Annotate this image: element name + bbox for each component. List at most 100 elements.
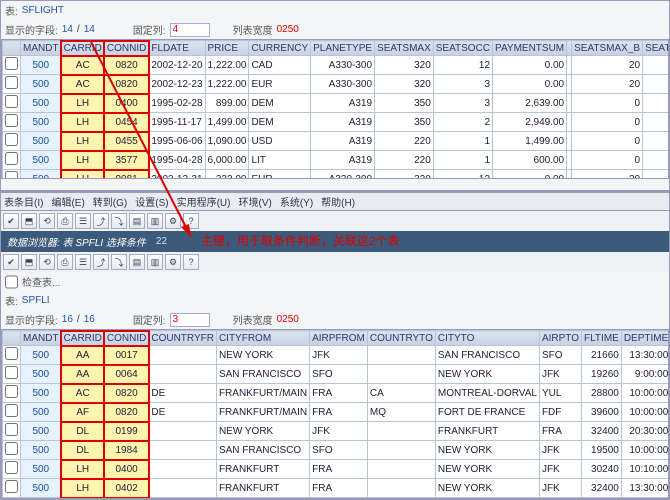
toolbar-icon[interactable]: ⤵ [111, 213, 127, 229]
cell: 0820 [104, 75, 148, 94]
toolbar-icon[interactable]: ☰ [75, 254, 91, 270]
cell: 220 [375, 132, 434, 151]
col-header[interactable]: FLDATE [149, 41, 205, 56]
row-checkbox[interactable] [5, 423, 18, 436]
toolbar-icon[interactable]: ⎙ [57, 254, 73, 270]
col-header[interactable]: CARRID [61, 331, 104, 346]
toolbar-icon[interactable]: ☰ [75, 213, 91, 229]
menu-item[interactable]: 转到(G) [93, 194, 127, 209]
table-row[interactable]: 500AA0017NEW YORKJFKSAN FRANCISCOSFO2166… [3, 346, 670, 365]
col-header[interactable]: CURRENCY [249, 41, 311, 56]
row-checkbox[interactable] [5, 347, 18, 360]
col-header[interactable] [3, 331, 21, 346]
toolbar-icon[interactable]: ⤴ [93, 254, 109, 270]
col-header[interactable]: CONNID [104, 331, 148, 346]
row-checkbox[interactable] [5, 152, 18, 165]
col-header[interactable]: AIRPTO [539, 331, 581, 346]
row-checkbox[interactable] [5, 76, 18, 89]
cell [643, 75, 669, 94]
row-checkbox[interactable] [5, 480, 18, 493]
table-row[interactable]: 500AF0820DEFRANKFURT/MAINFRAMQFORT DE FR… [3, 403, 670, 422]
menu-item[interactable]: 帮助(H) [321, 194, 355, 209]
col-header[interactable]: SEATSOCC [433, 41, 492, 56]
row-checkbox[interactable] [5, 114, 18, 127]
row-checkbox[interactable] [5, 133, 18, 146]
table-row[interactable]: 500LH0400FRANKFURTFRANEW YORKJFK3024010:… [3, 460, 670, 479]
sflight-grid[interactable]: MANDTCARRIDCONNIDFLDATEPRICECURRENCYPLAN… [1, 39, 669, 179]
toolbar-icon[interactable]: ⚙ [165, 213, 181, 229]
row-checkbox[interactable] [5, 366, 18, 379]
col-header[interactable]: DEPTIME [621, 331, 669, 346]
table-row[interactable]: 500LH99812002-12-21222.00EURA330-3003201… [3, 170, 670, 180]
toolbar-icon[interactable]: ? [183, 254, 199, 270]
toolbar-icon[interactable]: ⟲ [39, 254, 55, 270]
menu-item[interactable]: 环境(V) [238, 194, 271, 209]
toolbar-icon[interactable]: ⚙ [165, 254, 181, 270]
row-checkbox[interactable] [5, 442, 18, 455]
table-row[interactable]: 500LH0402FRANKFURTFRANEW YORKJFK3240013:… [3, 479, 670, 498]
col-header[interactable]: SEATSMAX [375, 41, 434, 56]
cell [3, 75, 21, 94]
sflight-table-name[interactable]: SFLIGHT [22, 5, 64, 16]
menu-item[interactable]: 编辑(E) [51, 194, 84, 209]
check-table-box[interactable] [5, 275, 18, 289]
col-header[interactable]: FLTIME [582, 331, 622, 346]
toolbar-icon[interactable]: ? [183, 213, 199, 229]
table-row[interactable]: 500AC08202002-12-201,222.00CADA330-30032… [3, 56, 670, 75]
table-row[interactable]: 500LH04541995-11-171,499.00DEMA31935022,… [3, 113, 670, 132]
menu-item[interactable]: 设置(S) [135, 194, 168, 209]
toolbar-icon[interactable]: ⤴ [93, 213, 109, 229]
toolbar-icon[interactable]: ⎙ [57, 213, 73, 229]
spfli-grid[interactable]: MANDTCARRIDCONNIDCOUNTRYFRCITYFROMAIRPFR… [1, 329, 669, 499]
col-header[interactable]: AIRPFROM [310, 331, 368, 346]
cell: SAN FRANCISCO [435, 498, 539, 500]
row-checkbox[interactable] [5, 404, 18, 417]
col-header[interactable]: COUNTRYFR [149, 331, 217, 346]
spfli-table-name[interactable]: SPFLI [22, 295, 50, 306]
toolbar-icon[interactable]: ⟲ [39, 213, 55, 229]
menu-item[interactable]: 实用程序(U) [177, 194, 231, 209]
row-checkbox[interactable] [5, 57, 18, 70]
cell: 222.00 [205, 170, 249, 180]
col-header[interactable]: CITYTO [435, 331, 539, 346]
menu-item[interactable]: 表条目(I) [4, 194, 43, 209]
toolbar-icon[interactable]: ▥ [147, 254, 163, 270]
col-header[interactable]: CITYFROM [216, 331, 309, 346]
col-header[interactable]: PAYMENTSUM [493, 41, 567, 56]
toolbar-icon[interactable]: ▥ [147, 213, 163, 229]
col-header[interactable]: SEATSMAX_B [572, 41, 643, 56]
col-header[interactable]: COUNTRYTO [367, 331, 435, 346]
col-header[interactable]: CARRID [61, 41, 104, 56]
row-checkbox[interactable] [5, 95, 18, 108]
toolbar-icon[interactable]: ⤵ [111, 254, 127, 270]
row-checkbox[interactable] [5, 385, 18, 398]
table-row[interactable]: 500LH35771995-04-286,000.00LITA319220160… [3, 151, 670, 170]
table-row[interactable]: 500AA0064SAN FRANCISCOSFONEW YORKJFK1926… [3, 365, 670, 384]
cell: 1995-02-28 [149, 94, 205, 113]
table-row[interactable]: 500DL0199NEW YORKJFKFRANKFURTFRA3240020:… [3, 422, 670, 441]
table-row[interactable]: 500AC08202002-12-231,222.00EURA330-30032… [3, 75, 670, 94]
menu-item[interactable]: 系统(Y) [280, 194, 313, 209]
table-row[interactable]: 500DL1984SAN FRANCISCOSFONEW YORKJFK1950… [3, 441, 670, 460]
fixed-cols-input-2[interactable] [170, 313, 210, 327]
row-checkbox[interactable] [5, 171, 18, 179]
row-checkbox[interactable] [5, 461, 18, 474]
toolbar-icon[interactable]: ▤ [129, 254, 145, 270]
toolbar-icon[interactable]: ▤ [129, 213, 145, 229]
toolbar-icon[interactable]: ⬒ [21, 213, 37, 229]
table-row[interactable]: 500LH0454FRANKFURTFRASAN FRANCISCOSFO444… [3, 498, 670, 500]
col-header[interactable] [3, 41, 21, 56]
table-row[interactable]: 500LH04551995-06-061,090.00USDA31922011,… [3, 132, 670, 151]
fixed-cols-input[interactable] [170, 23, 210, 37]
col-header[interactable]: PRICE [205, 41, 249, 56]
toolbar-icon[interactable]: ⬒ [21, 254, 37, 270]
toolbar-icon[interactable]: ✔ [3, 213, 19, 229]
col-header[interactable]: SEATSO [643, 41, 669, 56]
col-header[interactable]: MANDT [21, 331, 62, 346]
table-row[interactable]: 500AC0820DEFRANKFURT/MAINFRACAMONTREAL-D… [3, 384, 670, 403]
toolbar-icon[interactable]: ✔ [3, 254, 19, 270]
col-header[interactable]: CONNID [104, 41, 148, 56]
col-header[interactable]: MANDT [21, 41, 62, 56]
col-header[interactable]: PLANETYPE [311, 41, 375, 56]
table-row[interactable]: 500LH04001995-02-28899.00DEMA31935032,63… [3, 94, 670, 113]
